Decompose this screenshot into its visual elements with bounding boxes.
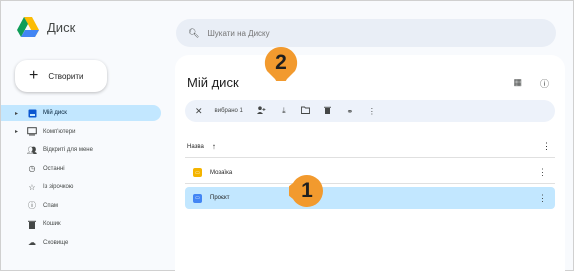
divider: [185, 157, 555, 158]
info-icon[interactable]: ⓘ: [540, 77, 549, 90]
sidebar-item-label: Спам: [43, 202, 59, 209]
sidebar-item-label: Сховище: [43, 239, 69, 246]
link-icon[interactable]: ⚭: [345, 107, 355, 116]
star-icon: ☆: [28, 182, 36, 192]
expand-arrow-icon[interactable]: ▸: [15, 110, 21, 117]
file-name: Мозаїка: [210, 169, 233, 176]
view-controls: ▦ ⓘ: [513, 77, 549, 90]
search-input[interactable]: [207, 28, 508, 38]
selection-count: вибрано 1: [214, 108, 243, 114]
sidebar-item-label: Відкриті для мене: [43, 147, 93, 153]
trash-icon: [27, 219, 37, 229]
sidebar: ▸ Мій диск ▸ Комп'ютери 👥︎ Відкриті для …: [1, 105, 171, 253]
drive-window: Диск 🔍︎ + Створити ▸ Мій диск ▸ Комп'юте…: [0, 0, 574, 271]
callout-number: 2: [275, 51, 287, 74]
file-row-selected[interactable]: ▭ Проєкт ⋮: [185, 187, 555, 209]
sidebar-item-label: Із зірочкою: [43, 184, 74, 190]
page-title: Мій диск: [187, 75, 239, 90]
computer-icon: [27, 127, 37, 137]
share-icon[interactable]: [257, 106, 267, 116]
download-icon[interactable]: ⤓: [279, 106, 289, 116]
sidebar-item-starred[interactable]: ☆ Із зірочкою: [1, 179, 171, 195]
sort-arrow-icon[interactable]: ↑: [212, 142, 216, 151]
selection-toolbar: ✕ вибрано 1 ⤓ ⚭ ⋮: [185, 100, 555, 122]
clock-icon: ◷: [28, 164, 36, 173]
cloud-icon: ☁: [28, 238, 36, 247]
sidebar-item-recent[interactable]: ◷ Останні: [1, 161, 171, 177]
sidebar-item-label: Кошик: [43, 221, 61, 227]
sidebar-item-label: Мій диск: [43, 110, 67, 116]
file-name: Проєкт: [210, 195, 230, 201]
search-icon[interactable]: 🔍︎: [188, 28, 199, 39]
trash-icon[interactable]: [323, 106, 333, 116]
move-to-folder-icon[interactable]: [301, 106, 311, 116]
callout-number: 1: [301, 179, 313, 202]
main-panel: Мій диск ▦ ⓘ ✕ вибрано 1 ⤓ ⚭ ⋮ Назва ↑ ⋮: [175, 55, 565, 271]
new-button[interactable]: + Створити: [15, 60, 107, 92]
shared-icon: 👥︎: [26, 145, 38, 155]
app-name: Диск: [47, 19, 76, 35]
more-vert-icon[interactable]: ⋮: [538, 193, 547, 204]
callout-marker-1: 1: [289, 173, 325, 209]
sidebar-item-shared[interactable]: 👥︎ Відкриті для мене: [1, 142, 171, 158]
search-bar[interactable]: 🔍︎: [176, 19, 556, 47]
more-vert-icon[interactable]: ⋮: [538, 167, 547, 178]
expand-arrow-icon[interactable]: ▸: [15, 128, 21, 135]
my-drive-icon: [27, 108, 37, 118]
column-name[interactable]: Назва: [187, 144, 204, 150]
sidebar-item-computers[interactable]: ▸ Комп'ютери: [1, 124, 171, 140]
spam-icon: ⓘ: [28, 201, 36, 210]
sidebar-item-storage[interactable]: ☁ Сховище: [1, 235, 171, 251]
sidebar-item-spam[interactable]: ⓘ Спам: [1, 198, 171, 214]
drive-logo-icon: [17, 17, 39, 37]
plus-icon: +: [29, 67, 39, 84]
slides-file-icon: ▭: [193, 168, 202, 177]
callout-marker-2: 2: [263, 45, 299, 81]
column-header: Назва ↑ ⋮: [187, 141, 551, 152]
sidebar-item-label: Комп'ютери: [43, 128, 76, 135]
sidebar-item-trash[interactable]: Кошик: [1, 216, 171, 232]
more-vert-icon[interactable]: ⋮: [367, 107, 377, 116]
docs-file-icon: ▭: [193, 193, 202, 203]
file-row[interactable]: ▭ Мозаїка ⋮: [185, 162, 555, 184]
close-icon[interactable]: ✕: [195, 106, 203, 117]
more-vert-icon[interactable]: ⋮: [542, 141, 551, 152]
sidebar-item-my-drive[interactable]: ▸ Мій диск: [1, 105, 161, 121]
sidebar-item-label: Останні: [43, 165, 65, 172]
grid-view-icon[interactable]: ▦: [513, 77, 522, 90]
new-button-label: Створити: [48, 71, 84, 81]
drive-logo[interactable]: Диск: [17, 17, 75, 37]
